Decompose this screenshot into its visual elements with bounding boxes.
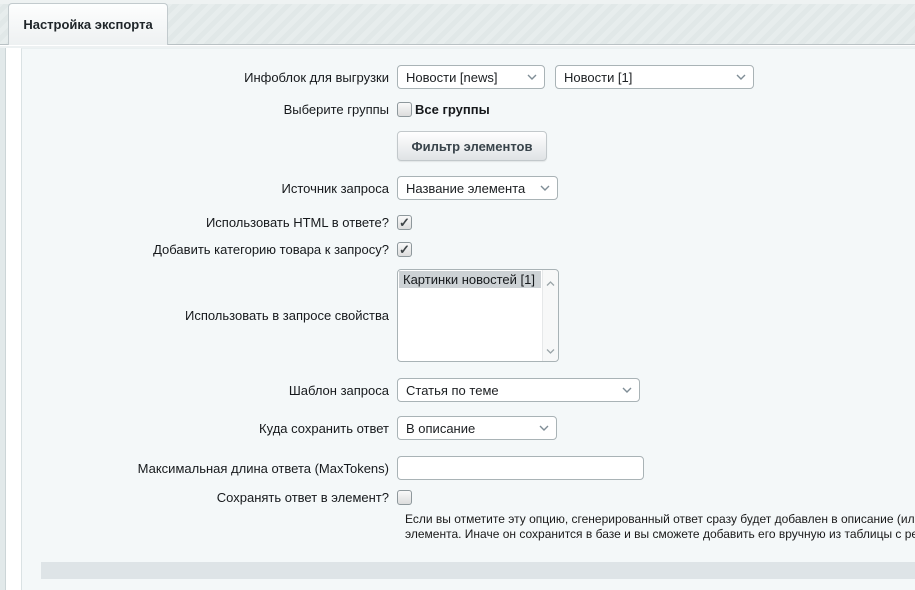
use-html-checkbox[interactable]: [397, 215, 412, 230]
chevron-down-icon: [540, 185, 550, 191]
filter-elements-button[interactable]: Фильтр элементов: [397, 131, 547, 161]
select-value: Статья по теме: [406, 383, 499, 398]
field-label: Инфоблок для выгрузки: [22, 70, 397, 85]
row-groups: Выберите группы Все группы: [22, 102, 915, 117]
all-groups-checkbox[interactable]: [397, 102, 412, 117]
row-template: Шаблон запроса Статья по теме: [22, 378, 915, 402]
add-category-checkbox[interactable]: [397, 242, 412, 257]
field-label: Максимальная длина ответа (MaxTokens): [22, 461, 397, 476]
chevron-down-icon: [527, 74, 537, 80]
infoblock-select[interactable]: Новости [1]: [555, 65, 754, 89]
row-use-html: Использовать HTML в ответе?: [22, 215, 915, 230]
tab-bar: Настройка экспорта: [0, 0, 915, 45]
field-label: Источник запроса: [22, 181, 397, 196]
row-save-to-element: Сохранять ответ в элемент?: [22, 490, 915, 505]
row-add-category: Добавить категорию товара к запросу?: [22, 242, 915, 257]
chevron-down-icon: [736, 74, 746, 80]
select-value: Новости [1]: [564, 70, 632, 85]
select-value: Новости [news]: [406, 70, 498, 85]
max-tokens-input[interactable]: [397, 456, 644, 480]
properties-listbox[interactable]: Картинки новостей [1]: [397, 269, 559, 362]
row-query-source: Источник запроса Название элемента: [22, 176, 915, 200]
scroll-down-icon[interactable]: [546, 342, 555, 357]
listbox-option-selected[interactable]: Картинки новостей [1]: [399, 271, 541, 288]
save-to-element-checkbox[interactable]: [397, 490, 412, 505]
field-label: Добавить категорию товара к запросу?: [22, 242, 397, 257]
bottom-bar: [41, 562, 915, 579]
chevron-down-icon: [539, 425, 549, 431]
field-label: Использовать в запросе свойства: [22, 308, 397, 323]
chevron-down-icon: [622, 387, 632, 393]
export-settings-form: Инфоблок для выгрузки Новости [news] Нов…: [22, 49, 915, 579]
field-label: Шаблон запроса: [22, 383, 397, 398]
save-target-select[interactable]: В описание: [397, 416, 557, 440]
field-label: Куда сохранить ответ: [22, 421, 397, 436]
settings-panel: Инфоблок для выгрузки Новости [news] Нов…: [21, 48, 915, 590]
query-template-select[interactable]: Статья по теме: [397, 378, 640, 402]
row-max-tokens: Максимальная длина ответа (MaxTokens): [22, 456, 915, 480]
field-label: Сохранять ответ в элемент?: [22, 490, 397, 505]
tab-export-settings[interactable]: Настройка экспорта: [8, 3, 168, 45]
row-filter-button: Фильтр элементов: [22, 131, 915, 161]
query-source-select[interactable]: Название элемента: [397, 176, 558, 200]
listbox-scrollbar[interactable]: [542, 270, 558, 361]
help-line: элемента. Иначе он сохранится в базе и в…: [405, 527, 915, 542]
row-save-target: Куда сохранить ответ В описание: [22, 416, 915, 440]
field-label: Выберите группы: [22, 102, 397, 117]
all-groups-label: Все группы: [415, 102, 490, 117]
row-infoblock: Инфоблок для выгрузки Новости [news] Нов…: [22, 65, 915, 89]
tab-label: Настройка экспорта: [23, 17, 152, 32]
infoblock-type-select[interactable]: Новости [news]: [397, 65, 545, 89]
help-line: Если вы отметите эту опцию, сгенерирован…: [405, 512, 915, 527]
row-properties: Использовать в запросе свойства Картинки…: [22, 269, 915, 362]
select-value: Название элемента: [406, 181, 525, 196]
help-text: Если вы отметите эту опцию, сгенерирован…: [405, 512, 915, 542]
select-value: В описание: [406, 421, 475, 436]
left-edge-strip: [0, 48, 6, 590]
scroll-up-icon[interactable]: [546, 274, 555, 289]
field-label: Использовать HTML в ответе?: [22, 215, 397, 230]
